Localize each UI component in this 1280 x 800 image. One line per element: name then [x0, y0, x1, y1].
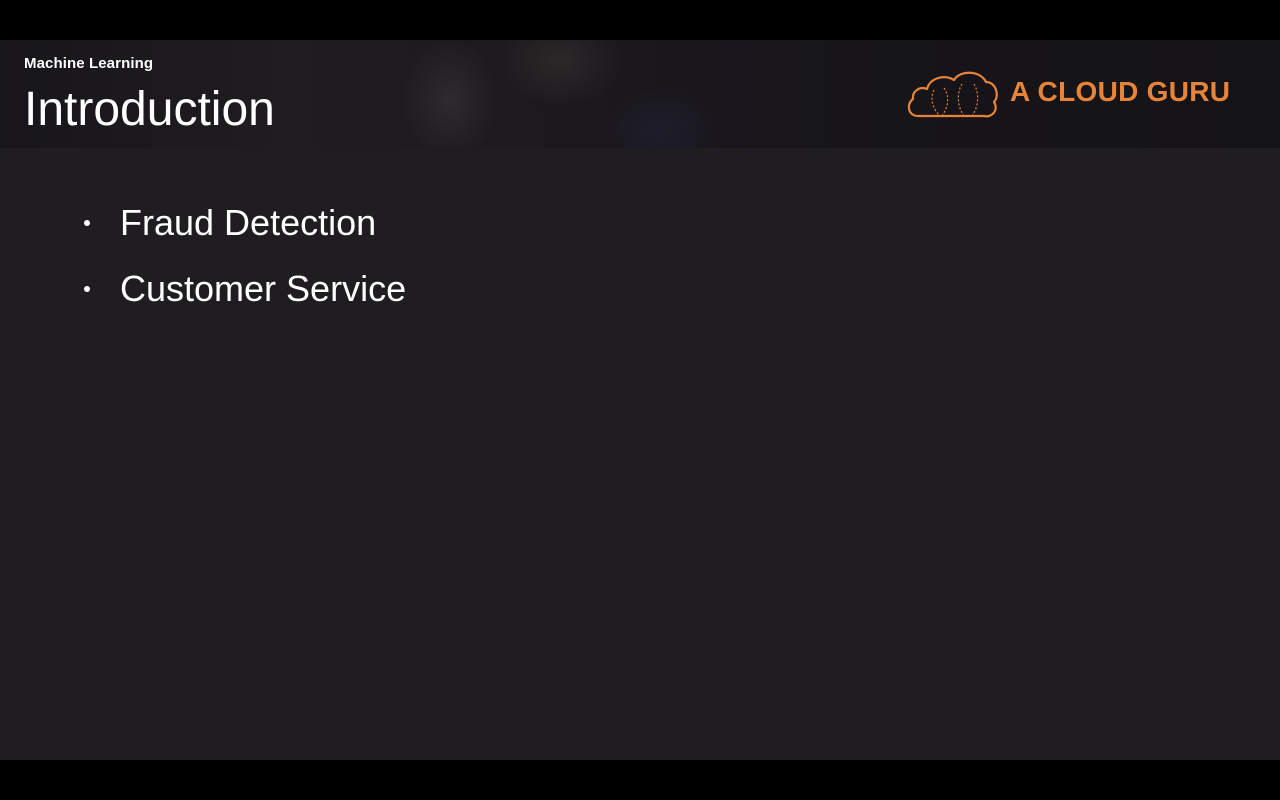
bullet-list: Fraud Detection Customer Service: [84, 190, 406, 322]
list-item: Customer Service: [84, 256, 406, 322]
brand-name: A CLOUD GURU: [1010, 76, 1231, 107]
letterbox-bottom: [0, 760, 1280, 800]
list-item: Fraud Detection: [84, 190, 406, 256]
bullet-icon: [84, 220, 90, 226]
bullet-text: Customer Service: [120, 268, 407, 309]
slide-header: Machine Learning Introduction A CLOUD GU…: [0, 40, 1280, 148]
brand-logo: A CLOUD GURU: [904, 66, 1244, 122]
letterbox-top: [0, 0, 1280, 40]
bullet-icon: [84, 286, 90, 292]
bullet-text: Fraud Detection: [120, 202, 377, 243]
cloud-icon: [907, 71, 998, 118]
slide: Machine Learning Introduction A CLOUD GU…: [0, 40, 1280, 760]
section-label: Machine Learning: [24, 55, 154, 72]
slide-title: Introduction: [24, 83, 275, 136]
